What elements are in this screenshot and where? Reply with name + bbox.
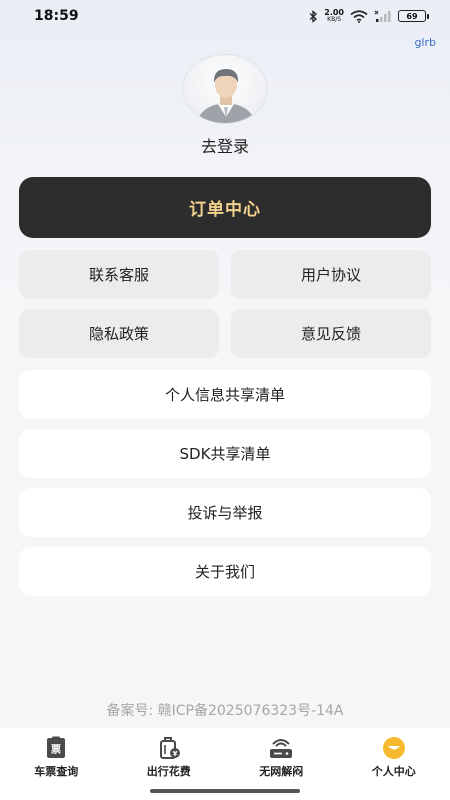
personal-info-list-button[interactable]: 个人信息共享清单	[19, 370, 431, 419]
customer-service-button[interactable]: 联系客服	[19, 250, 219, 299]
customer-service-label: 联系客服	[88, 266, 149, 284]
privacy-policy-button[interactable]: 隐私政策	[19, 309, 219, 358]
luggage-cost-icon: ¥	[159, 737, 180, 759]
bottom-tab-bar: 票 车票查询 ¥ 出行花费 无网解闷 个人中心	[0, 728, 450, 784]
complaint-button[interactable]: 投诉与举报	[19, 488, 431, 537]
tab-label: 车票查询	[34, 765, 79, 778]
about-us-button[interactable]: 关于我们	[19, 547, 431, 596]
user-agreement-label: 用户协议	[300, 266, 361, 284]
order-center-button[interactable]: 订单中心	[19, 177, 431, 238]
status-bar: 18:59 2.00 KB/S 69	[0, 0, 450, 32]
home-indicator	[0, 784, 450, 800]
avatar[interactable]	[182, 54, 268, 124]
order-center-label: 订单中心	[189, 200, 261, 220]
svg-text:¥: ¥	[172, 750, 177, 758]
icp-record[interactable]: 备案号: 赣ICP备2025076323号-14A	[0, 700, 450, 720]
feedback-button[interactable]: 意见反馈	[231, 309, 431, 358]
sdk-list-button[interactable]: SDK共享清单	[19, 429, 431, 478]
battery-level: 69	[406, 11, 418, 21]
status-icons: 2.00 KB/S 69	[308, 8, 429, 24]
default-user-avatar-icon	[182, 54, 268, 124]
complaint-label: 投诉与举报	[187, 504, 263, 522]
tab-offline-fun[interactable]: 无网解闷	[225, 728, 338, 784]
tab-travel-cost[interactable]: ¥ 出行花费	[113, 728, 226, 784]
corner-tag: glrb	[414, 36, 436, 49]
network-speed-value: 2.00	[324, 8, 344, 17]
profile-smile-icon	[382, 737, 405, 759]
login-link[interactable]: 去登录	[0, 133, 450, 157]
personal-info-list-label: 个人信息共享清单	[164, 386, 285, 404]
tab-ticket-query[interactable]: 票 车票查询	[0, 728, 113, 784]
battery-icon: 69	[398, 10, 429, 22]
tab-profile[interactable]: 个人中心	[338, 728, 450, 784]
offline-router-icon	[270, 739, 293, 758]
tab-label: 个人中心	[371, 765, 416, 778]
bluetooth-icon	[309, 9, 318, 23]
tab-label: 无网解闷	[259, 765, 304, 778]
signal-icon	[374, 10, 391, 22]
sdk-list-label: SDK共享清单	[179, 445, 271, 463]
network-speed: 2.00 KB/S	[324, 8, 344, 24]
about-us-label: 关于我们	[194, 563, 255, 581]
network-speed-unit: KB/S	[327, 16, 342, 23]
wifi-icon	[350, 9, 368, 23]
user-agreement-button[interactable]: 用户协议	[231, 250, 431, 299]
ticket-icon: 票	[47, 736, 66, 758]
tab-label: 出行花费	[146, 765, 191, 778]
feedback-label: 意见反馈	[300, 325, 361, 343]
privacy-policy-label: 隐私政策	[88, 325, 149, 343]
svg-text:票: 票	[51, 744, 61, 756]
status-time: 18:59	[34, 8, 79, 24]
